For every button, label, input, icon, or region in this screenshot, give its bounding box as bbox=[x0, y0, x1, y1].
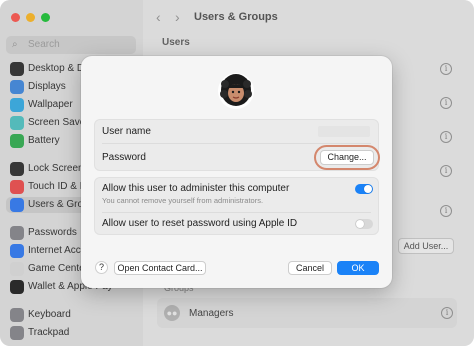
username-value bbox=[318, 126, 370, 137]
ok-button[interactable]: OK bbox=[337, 261, 379, 275]
admin-row: Allow this user to administer this compu… bbox=[95, 178, 378, 212]
username-label: User name bbox=[102, 126, 151, 137]
account-group: User name Password Change... bbox=[94, 119, 380, 172]
cancel-button[interactable]: Cancel bbox=[288, 261, 332, 275]
admin-sublabel: You cannot remove yourself from administ… bbox=[102, 196, 264, 205]
memoji-avatar-icon bbox=[218, 73, 254, 109]
user-details-dialog: User name Password Change... Allow this … bbox=[81, 56, 392, 288]
open-contact-card-button[interactable]: Open Contact Card... bbox=[114, 261, 206, 275]
password-label: Password bbox=[102, 152, 146, 163]
admin-toggle[interactable] bbox=[355, 184, 373, 194]
change-password-button[interactable]: Change... bbox=[320, 150, 374, 165]
settings-window: ⌕ Search Desktop & Dock Displays Wallpaper… bbox=[0, 0, 474, 346]
help-button[interactable]: ? bbox=[95, 261, 108, 274]
admin-label: Allow this user to administer this compu… bbox=[102, 183, 290, 194]
username-row: User name bbox=[95, 120, 378, 143]
reset-toggle[interactable] bbox=[355, 219, 373, 229]
reset-label: Allow user to reset password using Apple… bbox=[102, 218, 298, 229]
password-row: Password Change... bbox=[95, 143, 380, 172]
reset-row: Allow user to reset password using Apple… bbox=[95, 212, 378, 236]
permissions-group: Allow this user to administer this compu… bbox=[94, 177, 379, 235]
